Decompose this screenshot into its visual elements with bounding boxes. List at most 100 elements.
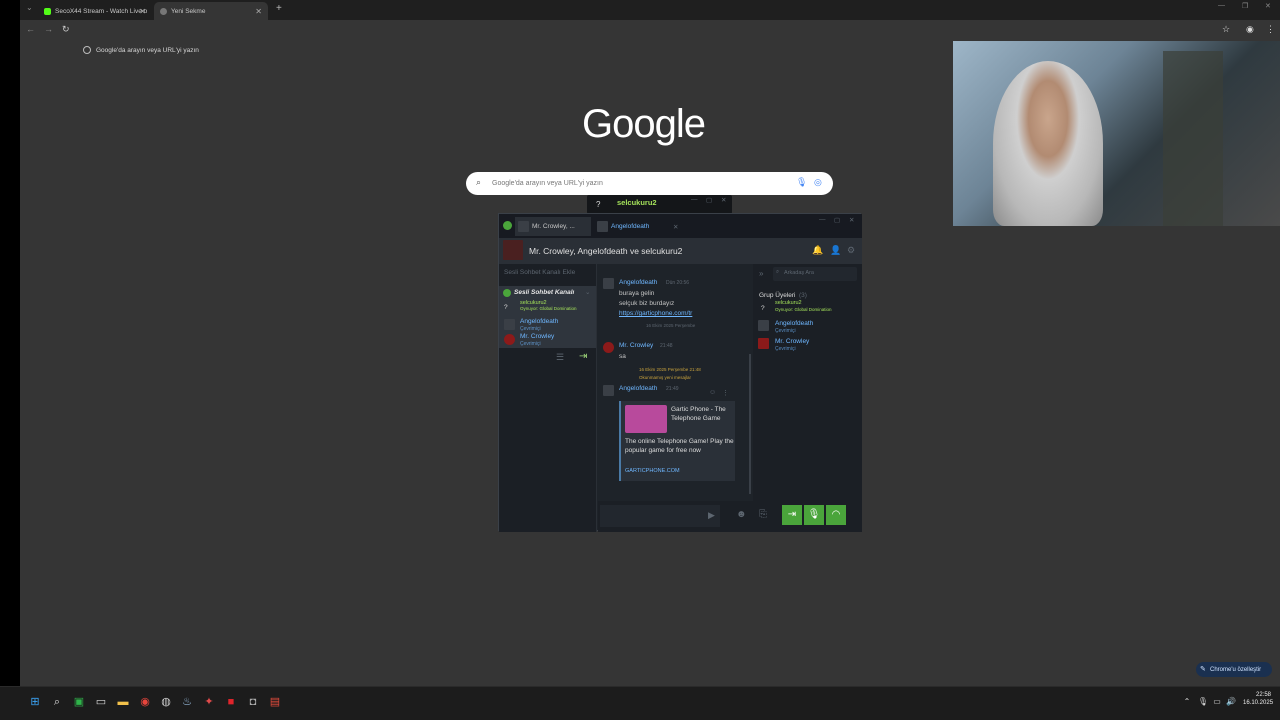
attach-icon[interactable]: ⎘ <box>759 509 767 520</box>
toolbar: ← → ↻ Google'da arayın veya URL'yi yazın… <box>20 20 1280 54</box>
chat-tab-angelofdeath[interactable]: Angelofdeath ✕ <box>595 217 683 236</box>
clock-time[interactable]: 22:58 <box>1256 692 1271 698</box>
voice-channel-icon <box>503 289 511 297</box>
pencil-icon: ✎ <box>1200 666 1206 673</box>
search-input[interactable]: ⌕ Google'da arayın veya URL'yi yazın 🎙 ◎ <box>466 172 833 195</box>
message-author[interactable]: Angelofdeath <box>619 279 657 286</box>
minimize-icon[interactable]: — <box>1218 2 1225 9</box>
steam-floating-window[interactable]: ? selcukuru2 — ▢ ✕ <box>587 195 732 214</box>
member-name[interactable]: selcukuru2 <box>775 300 802 306</box>
question-icon: ? <box>504 304 508 311</box>
message-author[interactable]: Angelofdeath <box>619 385 657 392</box>
tray-chevron-icon[interactable]: ⌃ <box>1180 695 1194 709</box>
obs-icon[interactable]: ◍ <box>159 695 173 709</box>
leave-voice-icon[interactable]: ⇥ <box>579 351 587 362</box>
tab-search-icon[interactable]: ⌄ <box>26 3 33 12</box>
mic-icon[interactable]: 🎙 <box>796 177 807 188</box>
close-icon[interactable]: ✕ <box>139 7 146 16</box>
windows-start-icon[interactable]: ⊞ <box>28 695 42 709</box>
member-status: Oynuyor: Global Domination <box>520 306 577 311</box>
add-voice-channel[interactable]: Sesli Sohbet Kanalı Ekle <box>504 269 575 276</box>
add-friend-icon[interactable]: 👤 <box>830 245 841 256</box>
app-icon[interactable]: ■ <box>224 695 238 709</box>
clock-date[interactable]: 16.10.2025 <box>1243 700 1273 706</box>
scrollbar[interactable] <box>749 354 751 494</box>
reload-icon[interactable]: ↻ <box>62 24 70 35</box>
mic-button[interactable]: 🎙 <box>804 505 824 525</box>
steam-icon[interactable]: ♨ <box>180 695 194 709</box>
profile-icon[interactable]: ◉ <box>1246 24 1254 35</box>
close-window-icon[interactable]: ✕ <box>1265 2 1271 10</box>
network-icon[interactable]: ▭ <box>1210 695 1224 709</box>
steam-chat-window: Mr. Crowley, ... Angelofdeath ✕ — ▢ ✕ Mr… <box>498 213 862 532</box>
reaction-icon[interactable]: ☺ <box>709 389 716 396</box>
close-icon[interactable]: ✕ <box>721 196 726 204</box>
emoticon-icon[interactable]: ☻ <box>736 509 747 520</box>
tab-stream[interactable]: SecoX44 Stream - Watch Live o ✕ <box>38 2 152 20</box>
member-name[interactable]: Angelofdeath <box>520 318 558 325</box>
close-icon[interactable]: ✕ <box>673 223 678 231</box>
settings-icon[interactable]: ⚙ <box>847 245 855 256</box>
mic-tray-icon[interactable]: 🎙 <box>1196 695 1210 709</box>
maximize-icon[interactable]: ❐ <box>1242 2 1248 10</box>
minimize-icon[interactable]: — <box>819 216 826 223</box>
more-icon[interactable]: ⋮ <box>722 389 729 397</box>
card-domain[interactable]: GARTICPHONE.COM <box>625 468 680 474</box>
bookmark-star-icon[interactable]: ☆ <box>1222 24 1230 35</box>
omnibox-text: Google'da arayın veya URL'yi yazın <box>96 47 199 54</box>
close-icon[interactable]: ✕ <box>255 7 262 16</box>
customize-chrome-button[interactable]: ✎ Chrome'u özelleştir <box>1196 662 1272 677</box>
tab-bar: ⌄ SecoX44 Stream - Watch Live o ✕ Yeni S… <box>20 0 1280 20</box>
task-view-icon[interactable]: ▭ <box>94 695 108 709</box>
member-name[interactable]: Angelofdeath <box>775 320 813 327</box>
app-icon[interactable]: ▤ <box>268 695 282 709</box>
maximize-icon[interactable]: ▢ <box>834 216 840 224</box>
chat-input[interactable] <box>600 505 720 527</box>
voice-channel[interactable]: Sesli Sohbet Kanalı ⌄ ? selcukuru2 Oynuy… <box>499 286 596 348</box>
members-sidebar: » ⌕ Arkadaş Ara Grup Üyeleri (3) ? selcu… <box>753 264 862 532</box>
bell-icon[interactable]: 🔔 <box>812 245 823 256</box>
user-avatar <box>603 385 614 396</box>
excel-icon[interactable]: ▣ <box>72 695 86 709</box>
chat-tab-group[interactable]: Mr. Crowley, ... <box>515 217 591 236</box>
tab-label: SecoX44 Stream - Watch Live o <box>55 7 148 15</box>
forward-icon[interactable]: → <box>44 24 53 34</box>
send-icon[interactable]: ▶ <box>708 510 715 521</box>
member-status: Çevrimiçi <box>775 346 796 352</box>
menu-icon[interactable]: ⋮ <box>1266 24 1275 35</box>
lens-icon[interactable]: ◎ <box>814 177 822 188</box>
link-preview-card[interactable]: Gartic Phone - The Telephone Game The on… <box>619 401 735 481</box>
message-author[interactable]: Mr. Crowley <box>619 342 653 349</box>
friend-search-input[interactable]: ⌕ Arkadaş Ara <box>773 267 857 281</box>
gartic-thumbnail <box>625 405 667 433</box>
collapse-icon[interactable]: » <box>759 269 763 278</box>
search-placeholder: Google'da arayın veya URL'yi yazın <box>492 180 603 187</box>
app-icon[interactable]: ✦ <box>202 695 216 709</box>
leave-voice-button[interactable]: ⇥ <box>782 505 802 525</box>
member-name[interactable]: Mr. Crowley <box>520 333 554 340</box>
leave-icon: ⇥ <box>787 509 797 520</box>
headset-button[interactable]: ◠ <box>826 505 846 525</box>
back-icon[interactable]: ← <box>26 24 35 34</box>
tab-new[interactable]: Yeni Sekme ✕ <box>154 2 268 20</box>
search-placeholder: Arkadaş Ara <box>784 270 814 276</box>
member-name[interactable]: Mr. Crowley <box>775 338 809 345</box>
chrome-icon <box>160 7 167 15</box>
chevron-down-icon[interactable]: ⌄ <box>585 288 590 296</box>
member-avatar <box>504 319 515 330</box>
google-icon <box>83 46 91 54</box>
close-icon[interactable]: ✕ <box>849 216 854 224</box>
search-icon[interactable]: ⌕ <box>50 695 64 709</box>
message-link[interactable]: https://garticphone.com/tr <box>619 310 692 317</box>
chat-title: Mr. Crowley, Angelofdeath ve selcukuru2 <box>529 246 683 256</box>
question-icon: ? <box>596 200 601 209</box>
group-avatar <box>518 221 529 232</box>
minimize-icon[interactable]: — <box>691 196 698 203</box>
maximize-icon[interactable]: ▢ <box>706 196 712 204</box>
camera-icon[interactable]: ◘ <box>246 695 260 709</box>
volume-icon[interactable]: 🔊 <box>1224 695 1238 709</box>
file-explorer-icon[interactable]: ▬ <box>116 695 130 709</box>
settings-slider-icon[interactable]: ☰ <box>556 352 564 363</box>
new-tab-icon[interactable]: + <box>276 3 282 14</box>
chrome-icon[interactable]: ◉ <box>138 695 152 709</box>
